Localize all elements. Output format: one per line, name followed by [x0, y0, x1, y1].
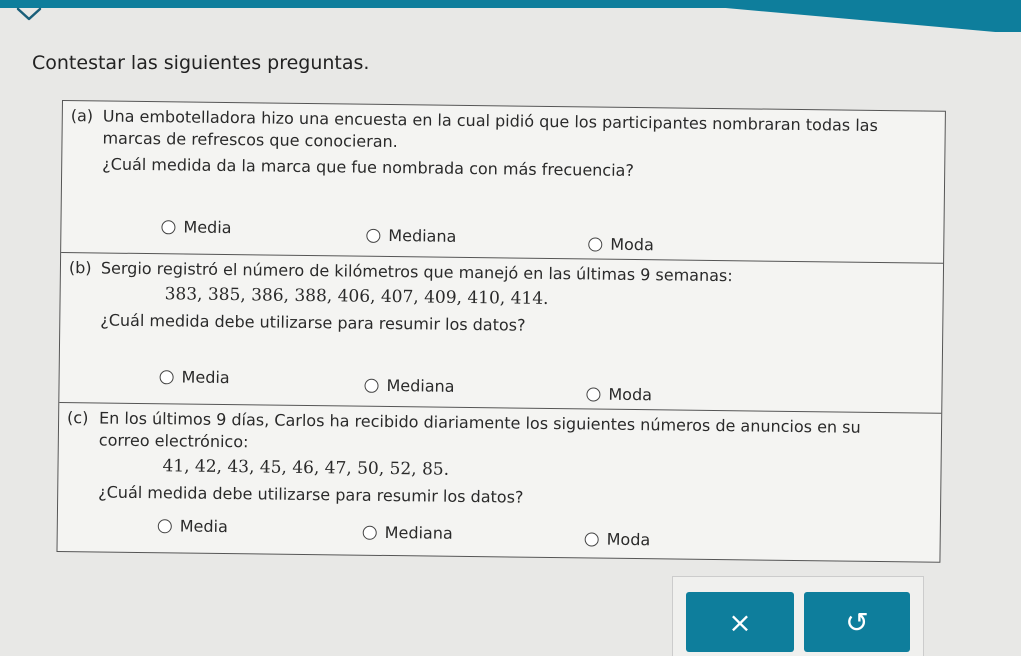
option-label: Media	[183, 217, 232, 238]
option-media[interactable]: Media	[159, 367, 230, 388]
clear-button[interactable]: ×	[686, 592, 794, 652]
radio-button[interactable]	[159, 369, 174, 384]
top-bar-accent	[700, 0, 1021, 32]
option-media[interactable]: Media	[157, 516, 228, 537]
option-label: Mediana	[388, 225, 457, 246]
radio-button[interactable]	[584, 531, 599, 547]
option-moda[interactable]: Moda	[584, 529, 651, 550]
question-letter: (b)	[68, 258, 92, 278]
question-a: (a) Una embotelladora hizo una encuesta e…	[61, 101, 945, 264]
answer-options: Media Mediana Moda	[59, 366, 941, 405]
page-title: Contestar las siguientes preguntas.	[32, 52, 370, 74]
option-media[interactable]: Media	[161, 217, 232, 238]
answer-options: Media Mediana Moda	[58, 515, 940, 554]
question-letter: (c)	[67, 408, 89, 428]
undo-button[interactable]: ↺	[804, 592, 910, 652]
option-mediana[interactable]: Mediana	[364, 375, 455, 396]
option-label: Media	[181, 367, 230, 388]
option-mediana[interactable]: Mediana	[362, 522, 453, 543]
option-moda[interactable]: Moda	[586, 384, 652, 404]
close-icon: ×	[728, 605, 752, 639]
option-label: Mediana	[384, 522, 453, 543]
radio-button[interactable]	[366, 228, 381, 243]
question-letter: (a)	[70, 106, 94, 126]
option-label: Moda	[610, 234, 654, 255]
chevron-down-icon[interactable]	[14, 3, 44, 25]
radio-button[interactable]	[586, 386, 601, 402]
option-mediana[interactable]: Mediana	[366, 226, 456, 246]
option-moda[interactable]: Moda	[588, 234, 654, 254]
radio-button[interactable]	[364, 378, 379, 393]
option-label: Moda	[606, 529, 651, 550]
radio-button[interactable]	[157, 518, 172, 533]
question-c: (c) En los últimos 9 días, Carlos ha reci…	[57, 403, 941, 562]
radio-button[interactable]	[161, 219, 176, 234]
question-b: (b) Sergio registró el número de kilómetr…	[59, 253, 944, 414]
questions-panel: (a) Una embotelladora hizo una encuesta e…	[56, 100, 946, 563]
radio-button[interactable]	[588, 236, 603, 252]
option-label: Media	[179, 516, 228, 537]
question-text: Sergio registró el número de kilómetros …	[100, 258, 733, 286]
undo-icon: ↺	[845, 605, 869, 639]
option-label: Mediana	[386, 375, 455, 396]
option-label: Moda	[608, 384, 653, 405]
answer-options: Media Mediana Moda	[61, 216, 943, 255]
radio-button[interactable]	[362, 525, 377, 540]
